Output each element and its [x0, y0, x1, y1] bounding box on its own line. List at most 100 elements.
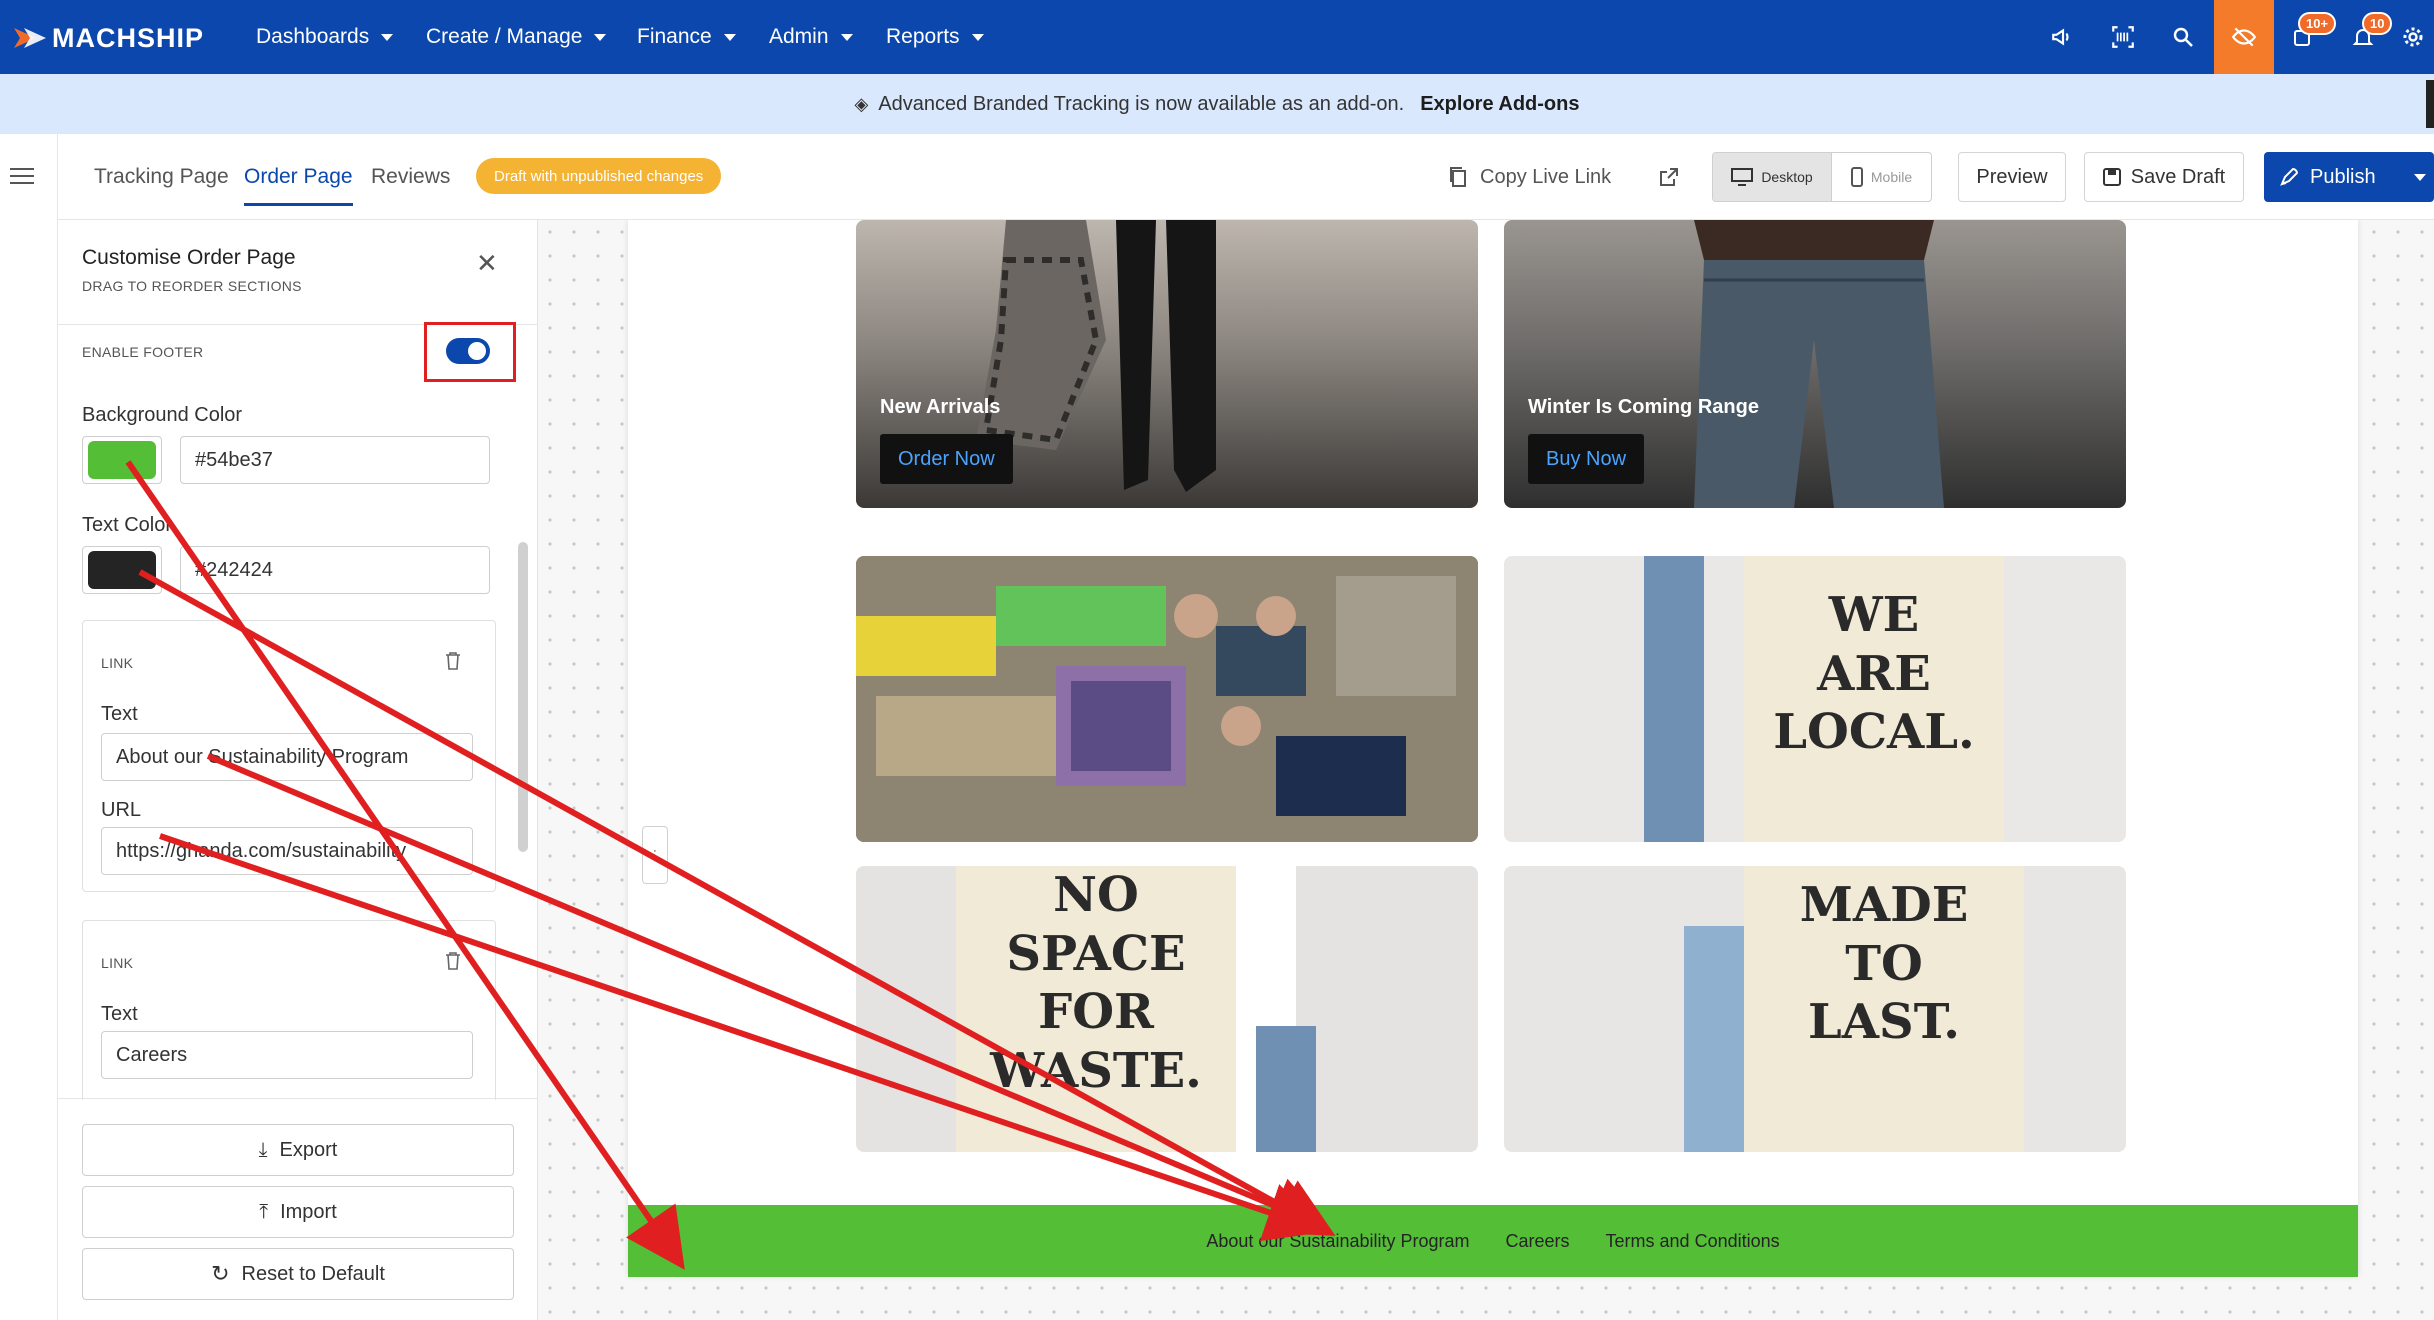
- machship-logo[interactable]: MACHSHIP: [14, 18, 204, 58]
- save-draft-label: Save Draft: [2130, 165, 2226, 188]
- barcode-scan-icon[interactable]: [2094, 0, 2152, 74]
- desktop-label: Desktop: [1761, 169, 1813, 185]
- export-button[interactable]: ⤓ Export: [82, 1124, 514, 1176]
- upload-icon: ⤒: [259, 1200, 269, 1223]
- chevron-down-icon: [594, 33, 607, 41]
- logo-mark-icon: [14, 28, 46, 48]
- announcement-text: Advanced Branded Tracking is now availab…: [878, 92, 1405, 115]
- link-url-label: URL: [101, 799, 142, 821]
- explore-addons-link[interactable]: Explore Add-ons: [1420, 93, 1579, 116]
- link-card: LINK Text About our Sustainability Progr…: [82, 620, 496, 892]
- jeans-shape: [1684, 926, 1744, 1152]
- panel-footer-divider: [58, 1098, 538, 1099]
- preview-button[interactable]: Preview: [1958, 152, 2066, 202]
- chevron-down-icon: [723, 33, 736, 41]
- nav-dashboards[interactable]: Dashboards: [256, 0, 394, 74]
- tab-reviews[interactable]: Reviews: [371, 134, 450, 220]
- import-label: Import: [280, 1200, 337, 1223]
- export-label: Export: [279, 1138, 338, 1161]
- panel-scrollbar[interactable]: [518, 542, 528, 852]
- tasks-icon[interactable]: 10+: [2274, 0, 2337, 74]
- nav-admin[interactable]: Admin: [769, 0, 853, 74]
- tile-caption: Winter Is Coming Range: [1528, 396, 1759, 418]
- trash-icon[interactable]: [445, 951, 461, 971]
- footer-link[interactable]: Terms and Conditions: [1606, 1231, 1780, 1252]
- alerts-badge: 10: [2362, 12, 2393, 35]
- link-url-input[interactable]: https://ghanda.com/sustainability: [101, 827, 473, 875]
- order-page-footer: About our Sustainability Program Careers…: [628, 1205, 2358, 1277]
- poster-text: MADE TO LAST.: [1799, 877, 1969, 1051]
- poster-text: NO SPACE FOR WASTE.: [990, 867, 1202, 1099]
- order-now-button[interactable]: Order Now: [880, 434, 1013, 484]
- download-icon: ⤓: [258, 1138, 268, 1161]
- nav-reports[interactable]: Reports: [886, 0, 984, 74]
- notifications-badge: 10+: [2298, 12, 2337, 35]
- customise-panel: Customise Order Page DRAG TO REORDER SEC…: [58, 220, 538, 1320]
- tab-label: Tracking Page: [94, 165, 229, 188]
- save-icon: [2102, 168, 2121, 186]
- top-navbar: MACHSHIP Dashboards Create / Manage Fina…: [0, 0, 2434, 74]
- nav-finance[interactable]: Finance: [637, 0, 736, 74]
- link-section-label: LINK: [101, 955, 134, 971]
- link-text-input[interactable]: About our Sustainability Program: [101, 733, 473, 781]
- chevron-down-icon: [840, 33, 853, 41]
- device-mobile-button[interactable]: Mobile: [1831, 153, 1931, 201]
- publish-dropdown-icon[interactable]: [2414, 173, 2426, 181]
- save-draft-button[interactable]: Save Draft: [2084, 152, 2244, 202]
- preview-canvas: New Arrivals Order Now Winter Is Coming …: [538, 220, 2434, 1320]
- trash-icon[interactable]: [445, 651, 461, 671]
- no-space-photo: NO SPACE FOR WASTE.: [856, 866, 1478, 1152]
- import-button[interactable]: ⤒ Import: [82, 1186, 514, 1238]
- nav-create-manage[interactable]: Create / Manage: [426, 0, 607, 74]
- link-text-label: Text: [101, 703, 138, 725]
- nav-label: Admin: [769, 25, 829, 48]
- gear-icon[interactable]: [2392, 0, 2434, 74]
- tab-tracking-page[interactable]: Tracking Page: [94, 134, 229, 220]
- preview-label: Preview: [1976, 165, 2048, 188]
- nav-label: Reports: [886, 25, 960, 48]
- editor-toolbar: Tracking Page Order Page Reviews Draft w…: [58, 134, 2434, 220]
- poster-text: WE ARE LOCAL.: [1773, 587, 1975, 761]
- buy-now-button[interactable]: Buy Now: [1528, 434, 1645, 484]
- brand-name: MACHSHIP: [52, 22, 205, 53]
- side-gutter: [0, 134, 58, 1320]
- mobile-label: Mobile: [1870, 169, 1913, 185]
- drag-handle[interactable]: ⋮: [642, 826, 668, 884]
- link-text-label: Text: [101, 1003, 138, 1025]
- megaphone-icon[interactable]: [2034, 0, 2092, 74]
- nav-label: Dashboards: [256, 25, 370, 48]
- chevron-down-icon: [381, 33, 394, 41]
- search-icon[interactable]: [2154, 0, 2212, 74]
- hamburger-menu-icon[interactable]: [10, 168, 34, 186]
- copy-live-link-button[interactable]: Copy Live Link: [1448, 152, 1611, 202]
- draft-status-badge: Draft with unpublished changes: [476, 158, 722, 194]
- link-card: LINK Text Careers: [82, 920, 496, 1100]
- device-toggle: Desktop Mobile: [1712, 152, 1932, 202]
- jeans-shape: [1644, 556, 1704, 842]
- footer-link[interactable]: Careers: [1506, 1231, 1570, 1252]
- tile-caption: New Arrivals: [880, 396, 1001, 418]
- winter-range-tile: Winter Is Coming Range Buy Now: [1504, 220, 2126, 508]
- reset-icon: ↻: [211, 1261, 230, 1286]
- reset-default-button[interactable]: ↻ Reset to Default: [82, 1248, 514, 1300]
- we-are-local-photo: WE ARE LOCAL.: [1504, 556, 2126, 842]
- announcement-scroll-edge: [2426, 80, 2434, 128]
- bell-icon[interactable]: 10: [2334, 0, 2393, 74]
- link-text-input[interactable]: Careers: [101, 1031, 473, 1079]
- made-to-last-photo: MADE TO LAST.: [1504, 866, 2126, 1152]
- device-desktop-button[interactable]: Desktop: [1713, 153, 1831, 201]
- publish-button[interactable]: Publish: [2264, 152, 2434, 202]
- diamond-icon: ◈: [854, 93, 869, 114]
- jeans-shape: [1256, 1026, 1316, 1152]
- link-section-label: LINK: [101, 655, 134, 671]
- footer-link[interactable]: About our Sustainability Program: [1206, 1231, 1469, 1252]
- visibility-off-icon[interactable]: [2214, 0, 2274, 74]
- rocket-icon: [2280, 167, 2299, 186]
- link-list: LINK Text About our Sustainability Progr…: [58, 220, 510, 1100]
- order-page-preview: New Arrivals Order Now Winter Is Coming …: [628, 220, 2358, 1277]
- copy-link-label: Copy Live Link: [1480, 165, 1612, 188]
- workshop-illustration: [856, 556, 1478, 842]
- tab-order-page[interactable]: Order Page: [244, 134, 353, 220]
- open-external-icon[interactable]: [1658, 166, 1680, 188]
- reset-label: Reset to Default: [241, 1262, 385, 1285]
